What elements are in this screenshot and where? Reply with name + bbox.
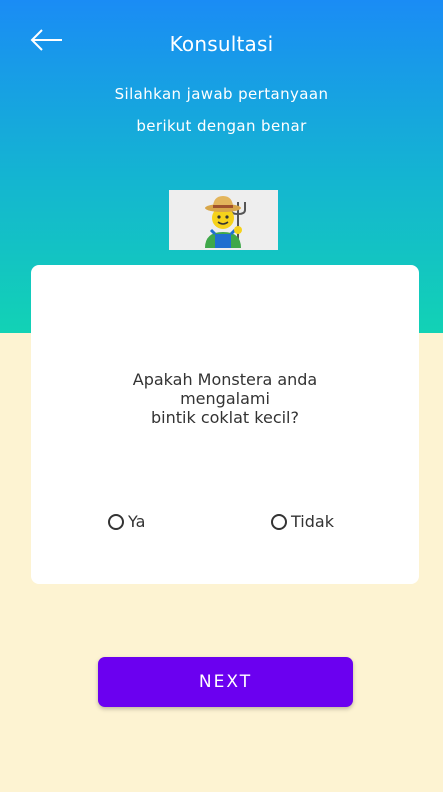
option-label: Tidak xyxy=(291,512,334,531)
question-line: mengalami xyxy=(180,389,270,408)
subtitle-line: Silahkan jawab pertanyaan xyxy=(114,85,329,103)
farmer-illustration xyxy=(169,190,278,250)
question-line: bintik coklat kecil? xyxy=(151,408,299,427)
page-title: Konsultasi xyxy=(169,32,274,56)
consultation-screen: Konsultasi Silahkan jawab pertanyaan ber… xyxy=(0,0,443,792)
page-subtitle: Silahkan jawab pertanyaan berikut dengan… xyxy=(70,78,373,142)
subtitle-line: berikut dengan benar xyxy=(136,117,307,135)
question-line: Apakah Monstera anda xyxy=(132,370,318,389)
next-button[interactable]: NEXT xyxy=(98,657,353,707)
question-card: Apakah Monstera anda mengalami bintik co… xyxy=(31,265,419,584)
farmer-icon xyxy=(205,196,246,248)
option-label: Ya xyxy=(128,512,146,531)
question-text: Apakah Monstera anda mengalami bintik co… xyxy=(31,370,419,427)
radio-icon[interactable] xyxy=(271,513,287,530)
option-ya[interactable]: Ya xyxy=(108,512,145,531)
radio-icon[interactable] xyxy=(108,513,124,530)
option-tidak[interactable]: Tidak xyxy=(271,512,334,531)
